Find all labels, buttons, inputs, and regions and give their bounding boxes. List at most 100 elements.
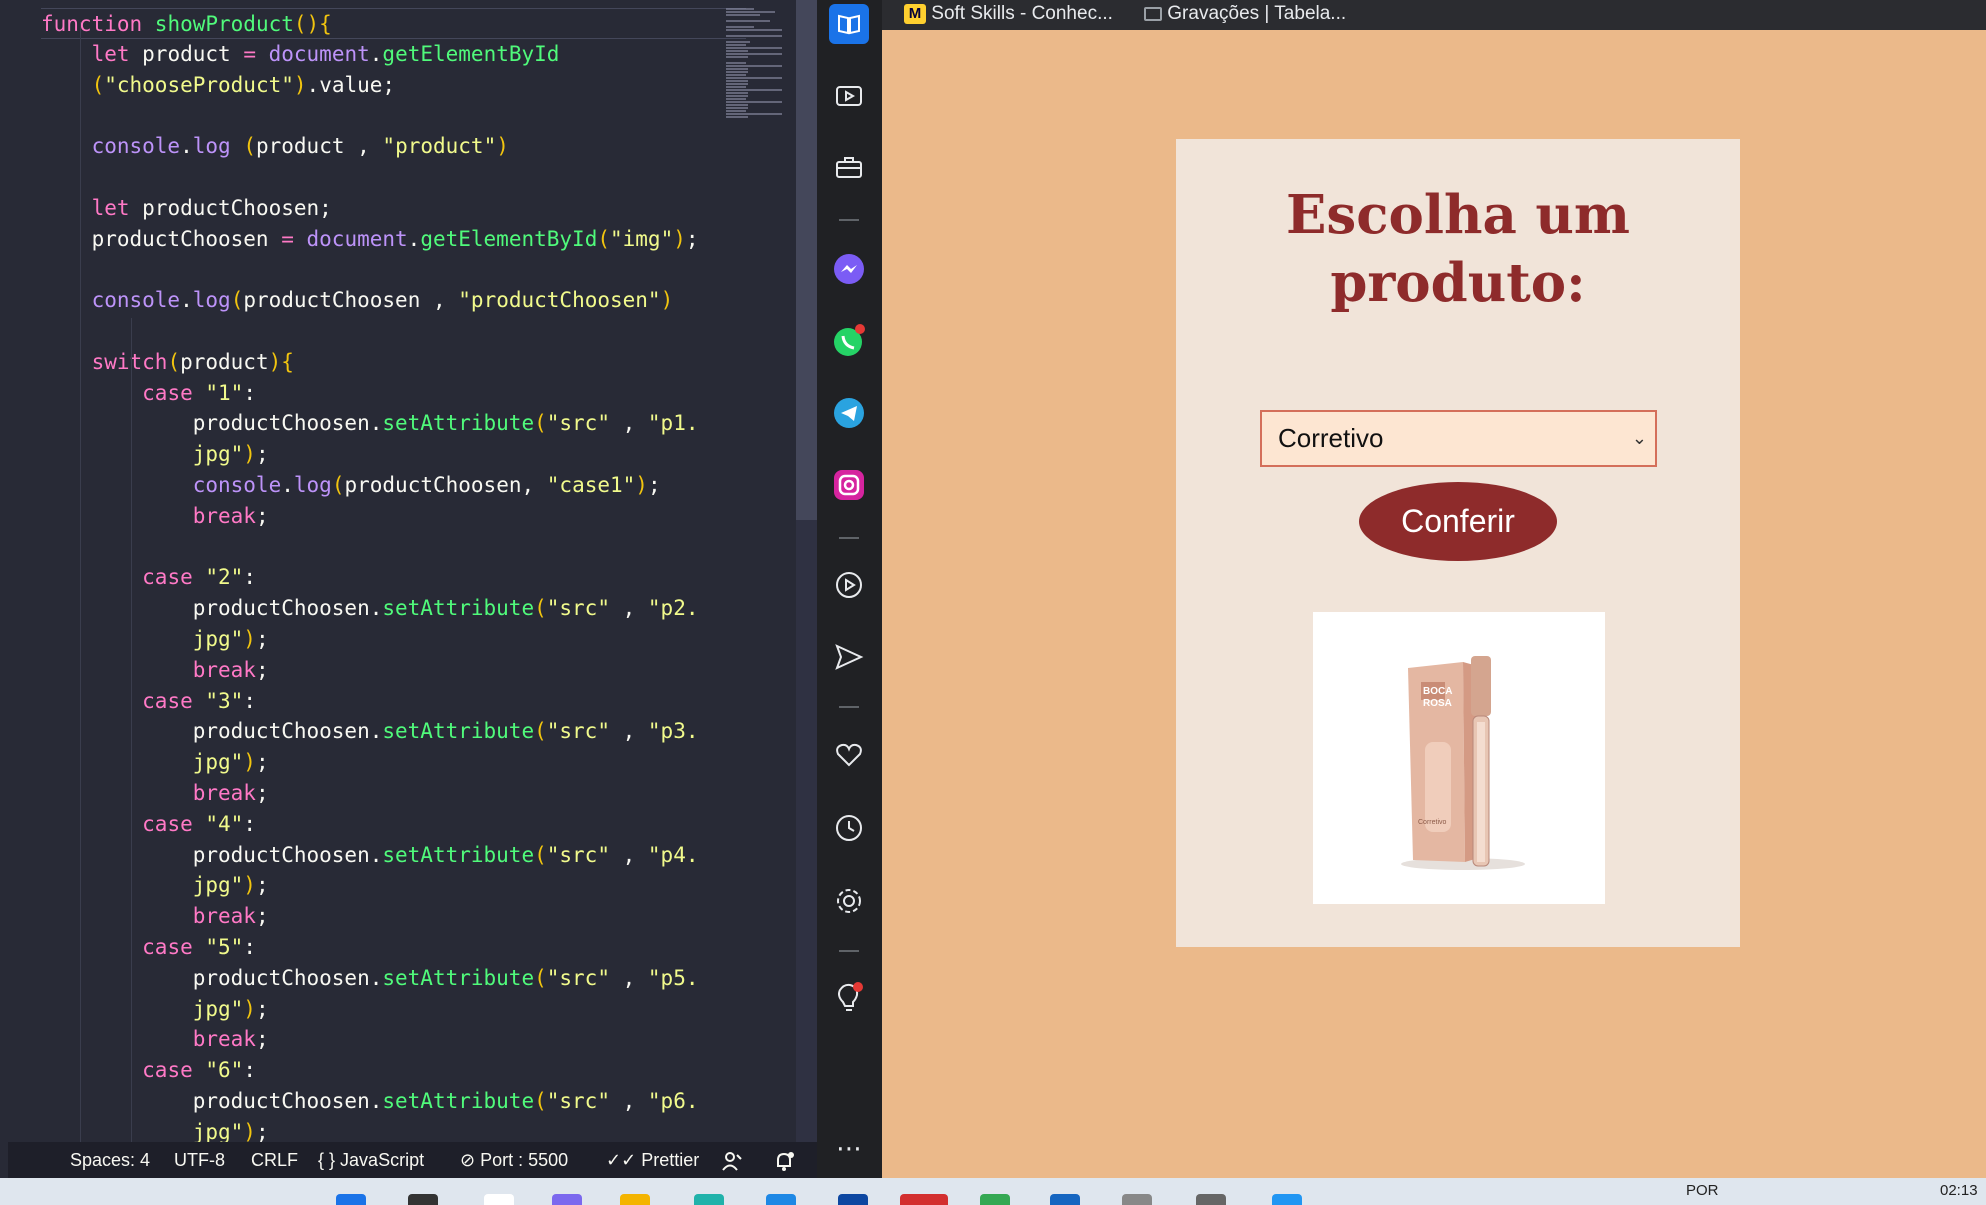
more-icon[interactable]: ⋯ <box>829 1128 869 1168</box>
product-select[interactable]: Corretivo ⌄ <box>1260 410 1657 467</box>
code-token: log <box>192 134 244 159</box>
code-line[interactable]: break; <box>41 1024 269 1055</box>
status-bar: Spaces: 4 UTF-8 CRLF { } JavaScript ⊘ Po… <box>8 1142 817 1178</box>
code-token: ; <box>255 657 269 682</box>
status-language[interactable]: { } JavaScript <box>318 1142 424 1178</box>
code-line[interactable]: productChoosen.setAttribute("src" , "p4. <box>41 840 699 871</box>
account-icon[interactable] <box>721 1142 743 1178</box>
code-line[interactable]: productChoosen.setAttribute("src" , "p3. <box>41 716 699 747</box>
code-token: ( <box>91 72 105 97</box>
code-line[interactable]: console.log (product , "product") <box>41 131 509 162</box>
send-icon[interactable] <box>829 637 869 677</box>
code-line[interactable]: console.log(productChoosen , "productCho… <box>41 285 674 316</box>
code-line[interactable]: console.log(productChoosen, "case1"); <box>41 470 661 501</box>
code-line[interactable]: jpg"); <box>41 747 269 778</box>
code-token: jpg" <box>192 627 244 651</box>
taskbar-clock[interactable]: 02:13 <box>1940 1182 1978 1199</box>
code-line[interactable]: case "2": <box>41 562 256 593</box>
play-icon[interactable] <box>829 565 869 605</box>
status-eol[interactable]: CRLF <box>251 1142 298 1178</box>
code-line[interactable]: let productChoosen; <box>41 193 332 224</box>
app-icon[interactable] <box>1122 1194 1152 1205</box>
instagram-icon[interactable] <box>829 465 869 505</box>
check-button[interactable]: Conferir <box>1359 482 1557 561</box>
code-line[interactable]: jpg"); <box>41 994 269 1025</box>
code-line[interactable]: case "3": <box>41 686 256 717</box>
code-token: document <box>268 41 370 66</box>
code-line[interactable]: break; <box>41 501 269 532</box>
reader-icon[interactable] <box>829 4 869 44</box>
code-token: "p1. <box>647 411 699 436</box>
bookmark-label: Soft Skills - Conhec... <box>931 3 1113 24</box>
miro-icon: M <box>904 3 926 24</box>
app-icon[interactable] <box>552 1194 582 1205</box>
code-line[interactable]: case "1": <box>41 378 256 409</box>
opera-icon[interactable] <box>900 1194 948 1205</box>
code-line[interactable]: jpg"); <box>41 870 269 901</box>
search-icon[interactable] <box>408 1194 438 1205</box>
code-line[interactable]: ("chooseProduct").value; <box>41 70 395 101</box>
code-line[interactable]: jpg"); <box>41 439 269 470</box>
code-line[interactable]: function showProduct(){ <box>41 8 746 39</box>
minimap[interactable] <box>722 8 784 133</box>
code-line[interactable]: case "4": <box>41 809 256 840</box>
taskbar-language[interactable]: POR <box>1686 1182 1719 1199</box>
taskview-icon[interactable] <box>484 1194 514 1205</box>
code-line[interactable]: jpg"); <box>41 624 269 655</box>
code-token: ; <box>255 1119 269 1142</box>
store-icon[interactable] <box>766 1194 796 1205</box>
telegram-icon[interactable] <box>829 393 869 433</box>
word-icon[interactable] <box>1050 1194 1080 1205</box>
briefcase-icon[interactable] <box>829 147 869 187</box>
status-live-server[interactable]: ⊘ Port : 5500 <box>460 1142 568 1178</box>
code-line[interactable]: productChoosen.setAttribute("src" , "p6. <box>41 1086 699 1117</box>
code-line[interactable]: productChoosen.setAttribute("src" , "p5. <box>41 963 699 994</box>
editor-scrollbar[interactable] <box>796 0 817 1142</box>
code-line[interactable]: break; <box>41 778 269 809</box>
status-encoding[interactable]: UTF-8 <box>174 1142 225 1178</box>
video-icon[interactable] <box>829 76 869 116</box>
code-token: "src" <box>546 1089 610 1113</box>
code-token: jpg" <box>192 1119 244 1142</box>
code-line[interactable]: break; <box>41 901 269 932</box>
code-line[interactable]: jpg"); <box>41 1117 269 1142</box>
app-icon[interactable] <box>1196 1194 1226 1205</box>
code-token: ){ <box>268 349 294 374</box>
bookmark-soft-skills[interactable]: M Soft Skills - Conhec... <box>904 1 1113 27</box>
clock-icon[interactable] <box>829 808 869 848</box>
messenger-icon[interactable] <box>829 249 869 289</box>
scrollbar-thumb[interactable] <box>796 0 817 520</box>
windows-start-icon[interactable] <box>336 1194 366 1205</box>
chrome-icon[interactable] <box>980 1194 1010 1205</box>
bookmark-gravacoes[interactable]: Gravações | Tabela... <box>1144 1 1346 27</box>
status-indentation[interactable]: Spaces: 4 <box>70 1142 150 1178</box>
code-token: "p4. <box>647 842 699 867</box>
minimap-line <box>726 116 748 118</box>
code-line[interactable]: productChoosen.setAttribute("src" , "p2. <box>41 593 699 624</box>
code-line[interactable]: case "6": <box>41 1055 256 1086</box>
bell-icon[interactable] <box>773 1142 795 1178</box>
code-line[interactable]: break; <box>41 655 269 686</box>
heart-icon[interactable] <box>829 735 869 775</box>
code-line[interactable]: case "5": <box>41 932 256 963</box>
code-token: "src" <box>546 842 610 867</box>
code-line[interactable]: let product = document.getElementById <box>41 39 560 70</box>
folder-icon[interactable] <box>620 1194 650 1205</box>
status-prettier[interactable]: ✓✓ Prettier <box>606 1142 699 1178</box>
code-token: setAttribute <box>382 719 535 744</box>
code-line[interactable]: productChoosen = document.getElementById… <box>41 224 699 255</box>
code-line[interactable]: productChoosen.setAttribute("src" , "p1. <box>41 408 699 439</box>
lightbulb-icon[interactable] <box>829 978 869 1018</box>
code-area[interactable]: function showProduct(){ let product = do… <box>8 8 795 1142</box>
gear-icon[interactable] <box>829 881 869 921</box>
minimap-line <box>726 77 782 79</box>
app-icon[interactable] <box>838 1194 868 1205</box>
whatsapp-icon[interactable] <box>829 321 869 361</box>
minimap-line <box>726 74 747 76</box>
vscode-icon[interactable] <box>1272 1194 1302 1205</box>
edge-icon[interactable] <box>694 1194 724 1205</box>
minimap-line <box>726 104 748 106</box>
code-editor[interactable]: function showProduct(){ let product = do… <box>0 0 817 1178</box>
